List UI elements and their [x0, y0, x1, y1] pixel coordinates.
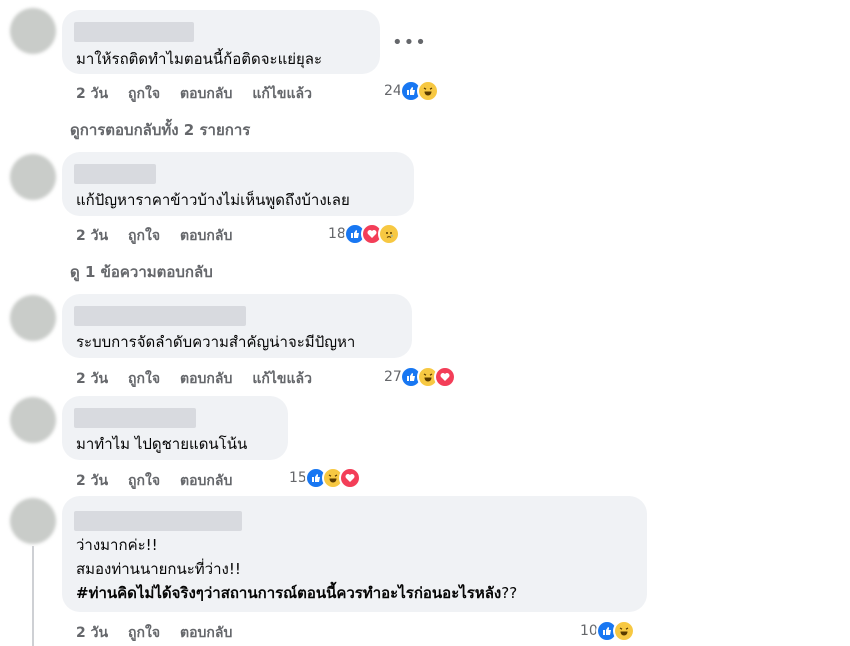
avatar[interactable]	[10, 8, 56, 54]
edited-label[interactable]: แก้ไขแล้ว	[252, 368, 312, 390]
comment-actions: 2 วัน ถูกใจ ตอบกลับ แก้ไขแล้ว	[76, 83, 332, 105]
comment-actions: 2 วัน ถูกใจ ตอบกลับ	[76, 470, 252, 492]
author-name[interactable]	[74, 164, 156, 184]
reaction-summary[interactable]: 27	[384, 366, 456, 388]
comment-bubble: แก้ปัญหาราคาข้าวบ้างไม่เห็นพูดถึงบ้างเลย	[62, 152, 414, 216]
comment-actions: 2 วัน ถูกใจ ตอบกลับ	[76, 622, 252, 644]
like-button[interactable]: ถูกใจ	[128, 470, 160, 492]
timestamp-link[interactable]: 2 วัน	[76, 83, 108, 105]
author-name[interactable]	[74, 511, 242, 531]
reply-button[interactable]: ตอบกลับ	[180, 368, 232, 390]
comment-text: ระบบการจัดลำดับความสำคัญน่าจะมีปัญหา	[76, 333, 356, 351]
reaction-summary[interactable]: 10	[580, 620, 635, 642]
view-replies-link[interactable]: ดู 1 ข้อความตอบกลับ	[70, 260, 213, 284]
comment-text: มาทำไม ไปดูชายแดนโน้น	[76, 435, 248, 453]
hashtag-link[interactable]: #ท่านคิดไม่ได้จริงๆว่าสถานการณ์ตอนนี้ควร…	[76, 584, 501, 602]
comment-actions: 2 วัน ถูกใจ ตอบกลับ แก้ไขแล้ว	[76, 368, 332, 390]
haha-reaction-icon	[416, 80, 439, 102]
love-reaction-icon	[433, 366, 456, 388]
like-button[interactable]: ถูกใจ	[128, 83, 160, 105]
reaction-summary[interactable]: 15	[289, 467, 361, 489]
reply-button[interactable]: ตอบกลับ	[180, 470, 232, 492]
comment-bubble: ระบบการจัดลำดับความสำคัญน่าจะมีปัญหา	[62, 294, 412, 358]
reply-button[interactable]: ตอบกลับ	[180, 83, 232, 105]
comment-text: สมองท่านนายกนะที่ว่าง!!	[76, 560, 241, 578]
edited-label[interactable]: แก้ไขแล้ว	[252, 83, 312, 105]
author-name[interactable]	[74, 408, 196, 428]
more-options-icon[interactable]: •••	[392, 32, 427, 53]
avatar[interactable]	[10, 295, 56, 341]
comment-text: ว่างมากค่ะ!!	[76, 536, 158, 554]
reply-button[interactable]: ตอบกลับ	[180, 225, 232, 247]
timestamp-link[interactable]: 2 วัน	[76, 225, 108, 247]
author-name[interactable]	[74, 306, 246, 326]
sad-reaction-icon	[377, 223, 400, 245]
comment-bubble: มาให้รถติดทำไมตอนนี้ก้อติดจะแย่ยุละ	[62, 10, 380, 74]
timestamp-link[interactable]: 2 วัน	[76, 470, 108, 492]
like-button[interactable]: ถูกใจ	[128, 368, 160, 390]
comment-bubble: ว่างมากค่ะ!! สมองท่านนายกนะที่ว่าง!! #ท่…	[62, 496, 647, 612]
avatar[interactable]	[10, 154, 56, 200]
reply-button[interactable]: ตอบกลับ	[180, 622, 232, 644]
love-reaction-icon	[338, 467, 361, 489]
thread-line	[32, 546, 34, 646]
view-replies-link[interactable]: ดูการตอบกลับทั้ง 2 รายการ	[70, 118, 250, 142]
avatar[interactable]	[10, 498, 56, 544]
haha-reaction-icon	[612, 620, 635, 642]
comment-actions: 2 วัน ถูกใจ ตอบกลับ	[76, 225, 252, 247]
author-name[interactable]	[74, 22, 194, 42]
reaction-summary[interactable]: 24	[384, 80, 439, 102]
timestamp-link[interactable]: 2 วัน	[76, 368, 108, 390]
timestamp-link[interactable]: 2 วัน	[76, 622, 108, 644]
comment-text: แก้ปัญหาราคาข้าวบ้างไม่เห็นพูดถึงบ้างเลย	[76, 191, 350, 209]
comment-text: มาให้รถติดทำไมตอนนี้ก้อติดจะแย่ยุละ	[76, 50, 323, 68]
avatar[interactable]	[10, 397, 56, 443]
like-button[interactable]: ถูกใจ	[128, 622, 160, 644]
comment-text: #ท่านคิดไม่ได้จริงๆว่าสถานการณ์ตอนนี้ควร…	[76, 584, 518, 602]
like-button[interactable]: ถูกใจ	[128, 225, 160, 247]
reaction-summary[interactable]: 18	[328, 223, 400, 245]
comment-bubble: มาทำไม ไปดูชายแดนโน้น	[62, 396, 288, 460]
